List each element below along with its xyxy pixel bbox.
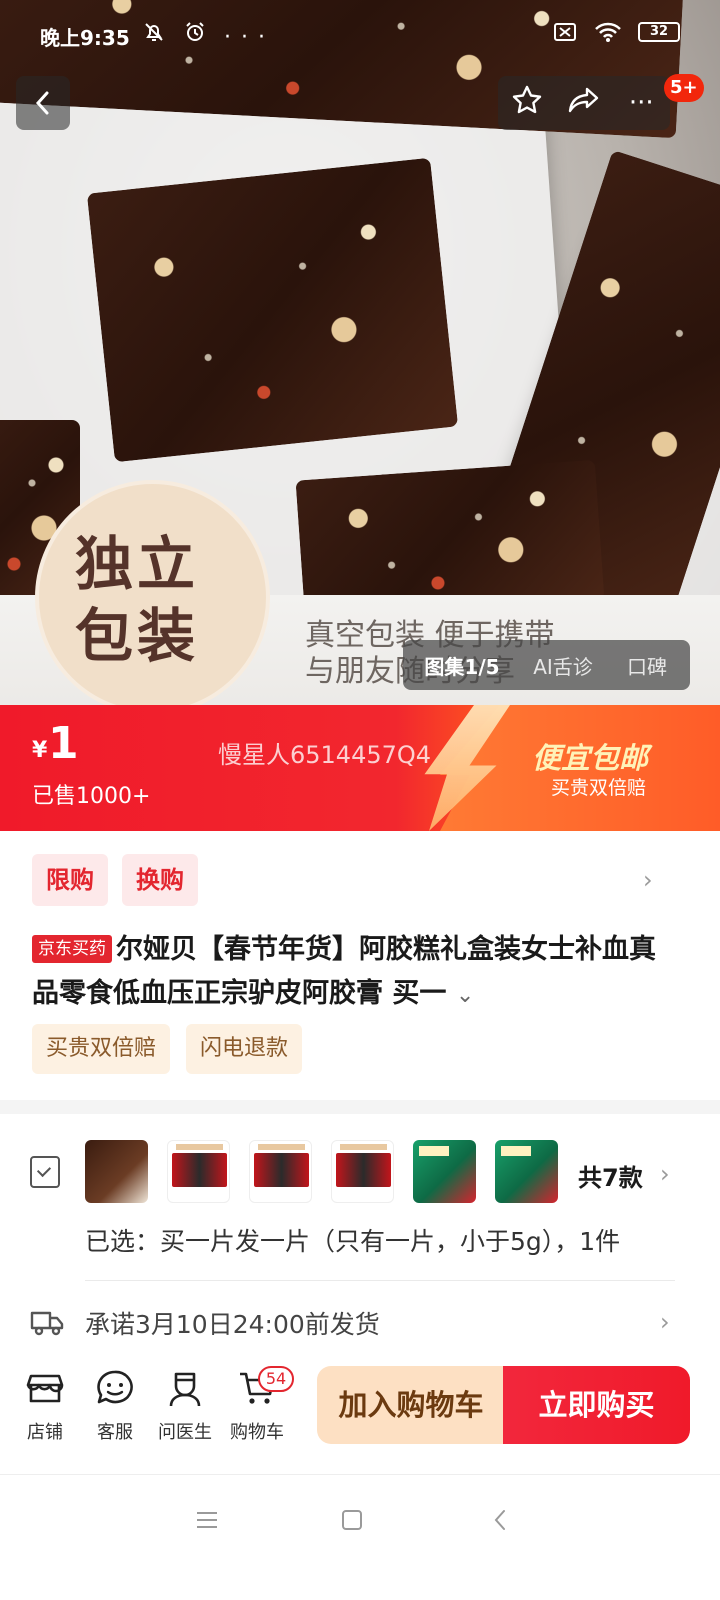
- tag-exchange: 换购: [122, 854, 198, 906]
- back-nav-button[interactable]: [480, 1505, 520, 1535]
- sim-off-icon: [554, 23, 576, 41]
- back-button[interactable]: [16, 76, 70, 130]
- tag-limited: 限购: [32, 854, 108, 906]
- notification-badge: 5+: [664, 74, 704, 102]
- buy-now-button[interactable]: 立即购买: [503, 1366, 690, 1444]
- variant-thumbnail[interactable]: [331, 1140, 394, 1203]
- purchase-tags[interactable]: 限购 换购: [32, 854, 198, 906]
- status-time: 晚上9:35: [40, 26, 130, 50]
- variant-thumbnails[interactable]: [85, 1140, 558, 1203]
- cart-count-badge: 54: [258, 1366, 294, 1392]
- variant-thumbnail[interactable]: [413, 1140, 476, 1203]
- service-flash-refund: 闪电退款: [186, 1024, 303, 1074]
- doctor-icon: [169, 1372, 201, 1407]
- share-icon: [568, 87, 599, 112]
- product-title-text: 尔娅贝【春节年货】阿胶糕礼盒装女士补血真品零食低血压正宗驴皮阿胶膏 买一: [32, 934, 656, 1009]
- watermark-text: 慢星人6514457Q4: [218, 741, 432, 769]
- top-actions: ···: [498, 76, 670, 130]
- tab-ai-tongue[interactable]: AI舌诊: [521, 651, 605, 680]
- status-ellipsis: ···: [224, 25, 275, 50]
- service-tags: 买贵双倍赔 闪电退款: [32, 1024, 303, 1074]
- cake-image: [86, 157, 459, 463]
- badge-text: 独立 包装: [75, 530, 200, 670]
- variant-thumbnail[interactable]: [249, 1140, 312, 1203]
- menu-icon: [197, 1512, 217, 1528]
- battery-icon: 32: [638, 22, 680, 42]
- star-icon: [512, 85, 541, 113]
- wifi-icon: [595, 22, 621, 42]
- battery-level: 32: [649, 24, 669, 39]
- variant-thumbnail[interactable]: [85, 1140, 148, 1203]
- ask-doctor-label: 问医生: [158, 1422, 212, 1443]
- selected-spec[interactable]: 已选：买一片发一片（只有一片，小于5g），1件: [85, 1222, 620, 1258]
- store-tag: 京东买药: [32, 935, 112, 963]
- selected-spec-icon: [30, 1156, 60, 1188]
- promo-subtitle: 买贵双倍赔: [551, 777, 647, 799]
- chevron-right-icon[interactable]: ›: [660, 1308, 670, 1336]
- variant-thumbnail[interactable]: [167, 1140, 230, 1203]
- ask-doctor-button[interactable]: 问医生: [150, 1366, 220, 1444]
- bell-off-icon: [145, 23, 163, 41]
- price-value: 1: [48, 718, 79, 769]
- promo-title: 便宜包邮: [532, 741, 649, 775]
- customer-service-label: 客服: [97, 1422, 133, 1443]
- menu-nav-button[interactable]: [187, 1505, 227, 1535]
- tab-gallery[interactable]: 图集1/5: [403, 651, 521, 680]
- gallery-tabs: 图集1/5 AI舌诊 口碑: [403, 640, 690, 690]
- status-icons: ···: [142, 20, 275, 50]
- more-button[interactable]: ···: [619, 88, 663, 118]
- back-triangle-icon: [494, 1510, 505, 1530]
- sold-count: 已售1000+: [32, 784, 151, 809]
- favorite-button[interactable]: [505, 84, 549, 123]
- variants-count[interactable]: 共7款: [578, 1158, 643, 1193]
- alarm-icon: [186, 22, 204, 41]
- chevron-down-icon[interactable]: ⌄: [456, 983, 474, 1008]
- store-icon: [26, 1374, 64, 1403]
- home-nav-button[interactable]: [332, 1505, 372, 1535]
- share-button[interactable]: [562, 85, 606, 122]
- tab-reviews[interactable]: 口碑: [605, 651, 689, 680]
- cart-label: 购物车: [230, 1422, 284, 1443]
- product-title[interactable]: 京东买药 尔娅贝【春节年货】阿胶糕礼盒装女士补血真品零食低血压正宗驴皮阿胶膏 买一…: [32, 928, 682, 1018]
- store-label: 店铺: [27, 1422, 63, 1443]
- divider: [85, 1280, 675, 1281]
- chat-icon: [97, 1370, 133, 1404]
- shipping-promise[interactable]: 承诺3月10日24:00前发货: [85, 1305, 380, 1341]
- chevron-right-icon[interactable]: ›: [643, 866, 653, 894]
- service-double-refund: 买贵双倍赔: [32, 1024, 171, 1074]
- status-bar: 晚上9:35 ··· 32: [0, 18, 720, 54]
- system-navigation-bar: [0, 1474, 720, 1600]
- add-to-cart-button[interactable]: 加入购物车: [317, 1366, 505, 1444]
- customer-service-button[interactable]: 客服: [80, 1366, 150, 1444]
- square-icon: [342, 1510, 362, 1530]
- store-button[interactable]: 店铺: [10, 1366, 80, 1444]
- truck-icon: [30, 1311, 64, 1336]
- section-divider: [0, 1100, 720, 1114]
- price-currency: ¥: [32, 738, 48, 763]
- chevron-right-icon[interactable]: ›: [660, 1160, 670, 1188]
- variant-thumbnail[interactable]: [495, 1140, 558, 1203]
- status-right: 32: [552, 21, 680, 43]
- chevron-left-icon: [35, 91, 49, 115]
